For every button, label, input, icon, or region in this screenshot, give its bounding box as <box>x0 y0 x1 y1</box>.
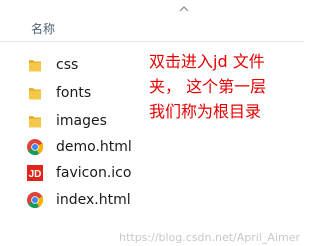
list-item-favicon-ico[interactable]: JD favicon.ico <box>26 162 146 184</box>
chrome-icon <box>26 191 44 209</box>
file-name: fonts <box>56 85 92 101</box>
jd-logo-icon: JD <box>26 164 44 182</box>
list-item-images[interactable]: images <box>26 110 146 132</box>
list-item-css[interactable]: css <box>26 54 146 76</box>
file-name: images <box>56 113 107 129</box>
file-name: demo.html <box>56 139 132 155</box>
annotation-line: 我们称为根目录 <box>149 102 262 121</box>
file-name: favicon.ico <box>56 165 132 181</box>
watermark-url: https://blog.csdn.net/April_Aimer <box>119 231 300 244</box>
file-name: css <box>56 57 79 73</box>
folder-icon <box>26 84 44 102</box>
red-annotation-text: 双击进入jd 文件 夹， 这个第一层 我们称为根目录 <box>149 49 301 124</box>
list-item-fonts[interactable]: fonts <box>26 82 146 104</box>
svg-text:JD: JD <box>29 169 42 180</box>
annotation-line: 双击进入jd 文件 <box>149 52 265 71</box>
folder-icon <box>26 56 44 74</box>
folder-icon <box>26 112 44 130</box>
annotation-line: 夹， 这个第一层 <box>149 77 267 96</box>
file-name: index.html <box>56 192 131 208</box>
list-item-demo-html[interactable]: demo.html <box>26 136 146 158</box>
list-item-index-html[interactable]: index.html <box>26 189 146 211</box>
chrome-icon <box>26 138 44 156</box>
